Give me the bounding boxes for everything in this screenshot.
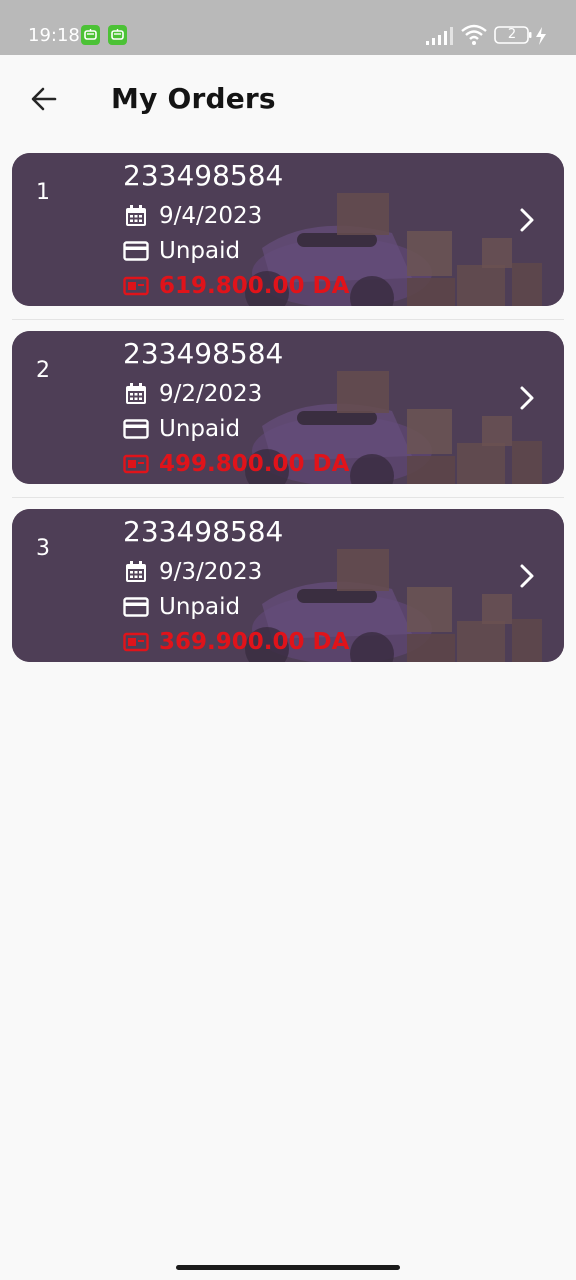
wifi-icon [461,24,487,45]
money-icon [123,273,149,299]
calendar-icon [123,559,149,585]
payment-status-row: Unpaid [123,592,240,622]
amount-row: 369.900.00 DA [123,627,349,657]
battery-level: 2 [507,27,517,42]
money-icon [123,629,149,655]
payment-status-row: Unpaid [123,236,240,266]
chevron-right-icon [512,561,542,591]
order-amount: 499.800.00 DA [159,451,350,477]
order-index: 2 [36,358,50,383]
calendar-icon [123,381,149,407]
list-divider [12,319,564,320]
chevron-right-icon [512,383,542,413]
arrow-left-icon [31,87,57,111]
credit-card-icon [123,594,149,620]
order-number: 233498584 [123,337,284,370]
home-indicator[interactable] [176,1265,400,1270]
credit-card-icon [123,416,149,442]
order-amount: 619.800.00 DA [159,273,350,299]
app-bar: My Orders [0,55,576,143]
order-number: 233498584 [123,159,284,192]
charging-icon [536,27,546,45]
order-amount: 369.900.00 DA [159,629,350,655]
status-time: 19:18 [28,25,80,46]
order-index: 1 [36,180,50,205]
app-notification-icon [108,25,127,45]
order-date-row: 9/4/2023 [123,201,262,231]
amount-row: 499.800.00 DA [123,449,349,479]
page-title: My Orders [111,82,276,115]
payment-status: Unpaid [159,594,241,620]
order-date: 9/4/2023 [159,203,263,229]
order-card[interactable]: 3 233498584 9/3/2023 Unpaid 369.900.00 D… [12,509,564,662]
order-date-row: 9/3/2023 [123,557,262,587]
order-card[interactable]: 2 233498584 9/2/2023 Unpaid 499.800.00 D… [12,331,564,484]
order-number: 233498584 [123,515,284,548]
order-date: 9/2/2023 [159,381,263,407]
back-button[interactable] [22,77,66,121]
status-bar: 19:18 2 [0,0,576,55]
payment-status: Unpaid [159,416,241,442]
payment-status: Unpaid [159,238,241,264]
order-date: 9/3/2023 [159,559,263,585]
app-notification-icon [81,25,100,45]
amount-row: 619.800.00 DA [123,271,349,301]
order-date-row: 9/2/2023 [123,379,262,409]
order-index: 3 [36,536,50,561]
chevron-right-icon [512,205,542,235]
money-icon [123,451,149,477]
signal-icon [426,27,453,45]
payment-status-row: Unpaid [123,414,240,444]
calendar-icon [123,203,149,229]
list-divider [12,497,564,498]
credit-card-icon [123,238,149,264]
order-card[interactable]: 1 233498584 9/4/2023 Unpaid 619.800.00 D… [12,153,564,306]
